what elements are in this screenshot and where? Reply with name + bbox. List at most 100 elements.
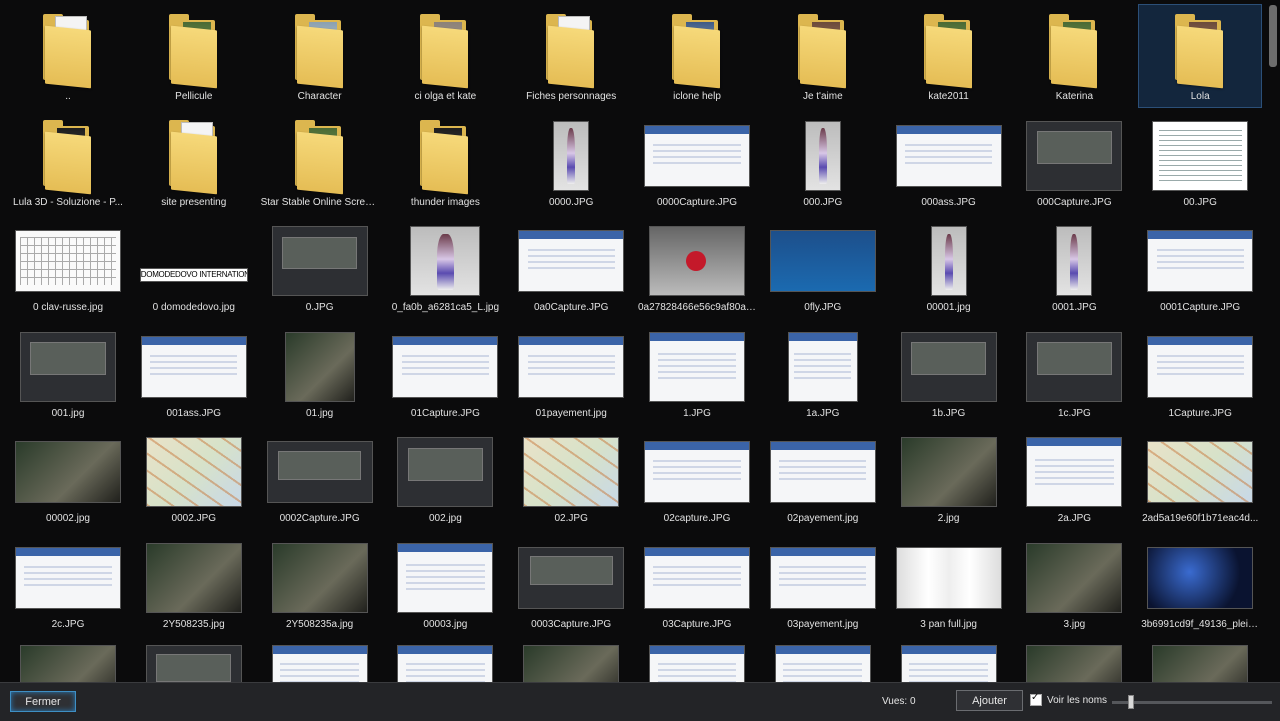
- file-item[interactable]: 3 pan full.jpg: [887, 532, 1011, 636]
- file-item[interactable]: 0_fa0b_a6281ca5_L.jpg: [383, 215, 507, 319]
- show-names-checkbox[interactable]: [1030, 692, 1042, 706]
- file-item[interactable]: 1a.JPG: [761, 321, 885, 425]
- file-item[interactable]: 01payement.jpg: [509, 321, 633, 425]
- file-item[interactable]: 3.jpg: [1012, 532, 1136, 636]
- file-item[interactable]: DOMODEDOVO INTERNATIONAL AIRPORT 0 domode…: [132, 215, 256, 319]
- file-item[interactable]: 2ad5a19e60f1b71eac4d...: [1138, 426, 1262, 530]
- item-label: Lula 3D - Soluzione - P...: [13, 196, 123, 208]
- file-item[interactable]: 01.jpg: [258, 321, 382, 425]
- item-label: 1c.JPG: [1057, 407, 1091, 419]
- item-label: 03Capture.JPG: [662, 619, 732, 630]
- thumbnail: [518, 539, 625, 617]
- file-item[interactable]: 00002.jpg: [6, 426, 130, 530]
- image-thumbnail: [774, 644, 871, 682]
- folder-item[interactable]: Lula 3D - Soluzione - P...: [6, 110, 130, 214]
- file-item[interactable]: 01Capture.JPG: [383, 321, 507, 425]
- folder-item[interactable]: kate2011: [887, 4, 1011, 108]
- folder-item[interactable]: ..: [6, 4, 130, 108]
- thumbnail: [420, 11, 470, 89]
- image-thumbnail: [518, 547, 625, 609]
- file-item[interactable]: 0003Capture.JPG: [509, 532, 633, 636]
- folder-item[interactable]: iclone help: [635, 4, 759, 108]
- file-item[interactable]: 02capture.JPG: [635, 426, 759, 530]
- file-item[interactable]: [258, 638, 382, 682]
- file-item[interactable]: 00003.jpg: [383, 532, 507, 636]
- zoom-slider-handle[interactable]: [1128, 695, 1135, 709]
- thumbnail: [769, 222, 876, 300]
- file-item[interactable]: 03Capture.JPG: [635, 532, 759, 636]
- folder-item[interactable]: site presenting: [132, 110, 256, 214]
- show-names-toggle[interactable]: Voir les noms: [1030, 692, 1107, 706]
- file-item[interactable]: [132, 638, 256, 682]
- file-item[interactable]: [509, 638, 633, 682]
- file-item[interactable]: 0 clav-russe.jpg: [6, 215, 130, 319]
- file-item[interactable]: 001.jpg: [6, 321, 130, 425]
- folder-item[interactable]: Katerina: [1012, 4, 1136, 108]
- file-item[interactable]: 2.jpg: [887, 426, 1011, 530]
- file-item[interactable]: 02payement.jpg: [761, 426, 885, 530]
- scrollbar-thumb[interactable]: [1269, 5, 1277, 67]
- file-item[interactable]: 03payement.jpg: [761, 532, 885, 636]
- file-item[interactable]: 0a0Capture.JPG: [509, 215, 633, 319]
- file-item[interactable]: [1138, 638, 1262, 682]
- file-item[interactable]: 0000.JPG: [509, 110, 633, 214]
- file-item[interactable]: 02.JPG: [509, 426, 633, 530]
- vertical-scrollbar[interactable]: [1266, 0, 1280, 682]
- folder-item[interactable]: Pellicule: [132, 4, 256, 108]
- thumbnail: [523, 433, 620, 511]
- file-item[interactable]: 1b.JPG: [887, 321, 1011, 425]
- file-item[interactable]: 0fly.JPG: [761, 215, 885, 319]
- folder-item[interactable]: Character: [258, 4, 382, 108]
- thumbnail: [397, 539, 494, 617]
- item-label: 002.jpg: [428, 513, 462, 525]
- file-item[interactable]: 1c.JPG: [1012, 321, 1136, 425]
- file-item[interactable]: 3b6991cd9f_49136_pleia...: [1138, 532, 1262, 636]
- thumbnail: [145, 539, 242, 617]
- file-item[interactable]: [6, 638, 130, 682]
- file-item[interactable]: [1012, 638, 1136, 682]
- file-item[interactable]: 0000Capture.JPG: [635, 110, 759, 214]
- folder-item[interactable]: Fiches personnages: [509, 4, 633, 108]
- file-item[interactable]: 1Capture.JPG: [1138, 321, 1262, 425]
- folder-item[interactable]: Star Stable Online Scree...: [258, 110, 382, 214]
- item-label: 0a0Capture.JPG: [533, 302, 609, 314]
- file-item[interactable]: 0a27828466e56c9af80a2...: [635, 215, 759, 319]
- file-item[interactable]: [383, 638, 507, 682]
- file-item[interactable]: 002.jpg: [383, 426, 507, 530]
- zoom-slider-track[interactable]: [1112, 701, 1272, 704]
- file-item[interactable]: 000ass.JPG: [887, 110, 1011, 214]
- file-item[interactable]: 2Y508235.jpg: [132, 532, 256, 636]
- file-item[interactable]: 0001.JPG: [1012, 215, 1136, 319]
- folder-item[interactable]: Je t'aime: [761, 4, 885, 108]
- image-thumbnail: [1026, 644, 1123, 682]
- thumbnail: [644, 433, 750, 511]
- file-item[interactable]: 000Capture.JPG: [1012, 110, 1136, 214]
- file-item[interactable]: 00.JPG: [1138, 110, 1262, 214]
- file-item[interactable]: 2a.JPG: [1012, 426, 1136, 530]
- file-item[interactable]: [887, 638, 1011, 682]
- folder-icon: [294, 119, 345, 195]
- thumbnail: [294, 117, 345, 195]
- file-item[interactable]: 0001Capture.JPG: [1138, 215, 1262, 319]
- file-item[interactable]: 1.JPG: [635, 321, 759, 425]
- file-item[interactable]: [635, 638, 759, 682]
- item-label: Fiches personnages: [526, 91, 617, 102]
- add-button[interactable]: Ajouter: [956, 690, 1023, 711]
- thumbnail: [1026, 433, 1123, 511]
- close-button[interactable]: Fermer: [10, 691, 76, 712]
- file-item[interactable]: 0.JPG: [258, 215, 382, 319]
- file-item[interactable]: 0002.JPG: [132, 426, 256, 530]
- folder-item[interactable]: thunder images: [383, 110, 507, 214]
- folder-item[interactable]: Lola: [1138, 4, 1263, 108]
- file-item[interactable]: 2c.JPG: [6, 532, 130, 636]
- file-item[interactable]: 001ass.JPG: [132, 321, 256, 425]
- thumbnail: [392, 328, 499, 406]
- file-item[interactable]: 000.JPG: [761, 110, 885, 214]
- image-thumbnail: [1026, 543, 1123, 613]
- file-item[interactable]: 2Y508235a.jpg: [258, 532, 382, 636]
- folder-item[interactable]: ci olga et kate: [383, 4, 507, 108]
- file-item[interactable]: [761, 638, 885, 682]
- file-item[interactable]: 00001.jpg: [887, 215, 1011, 319]
- image-thumbnail: [271, 226, 368, 297]
- file-item[interactable]: 0002Capture.JPG: [258, 426, 382, 530]
